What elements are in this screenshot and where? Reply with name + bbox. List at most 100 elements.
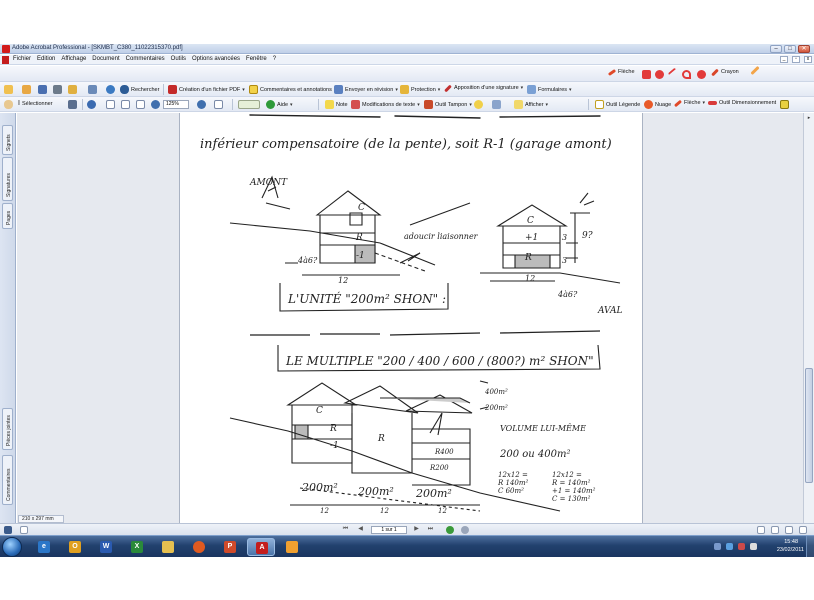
- continuous-icon[interactable]: [771, 526, 779, 534]
- organizer-icon[interactable]: [106, 85, 115, 94]
- doc-restore-button[interactable]: ▫: [792, 56, 800, 63]
- protection-button[interactable]: Protection ▾: [400, 85, 440, 94]
- document-viewport[interactable]: inférieur compensatoire (de la pente), s…: [17, 113, 803, 523]
- tab-signatures[interactable]: Signatures: [2, 157, 13, 201]
- next-view-icon[interactable]: [461, 526, 469, 534]
- taskbar-app-acrobat[interactable]: A: [247, 538, 275, 556]
- create-pdf-icon[interactable]: [22, 85, 31, 94]
- crayon-tool[interactable]: Crayon: [711, 68, 739, 76]
- aide-button[interactable]: Aide ▾: [266, 100, 293, 109]
- taskbar-app-excel[interactable]: X: [123, 538, 151, 556]
- panel-toggle-icon[interactable]: [4, 526, 12, 534]
- taskbar-app-outlook[interactable]: O: [61, 538, 89, 556]
- attach-icon[interactable]: [88, 85, 97, 94]
- menu-document[interactable]: Document: [92, 56, 119, 62]
- rectangle-tool-icon[interactable]: [642, 70, 651, 79]
- doc-close-button[interactable]: x: [804, 56, 812, 63]
- tab-commentaires[interactable]: Commentaires: [2, 455, 13, 505]
- zoom-out-icon[interactable]: [151, 100, 160, 109]
- attach-file-tool-icon[interactable]: [492, 100, 501, 109]
- cloud-tool-icon[interactable]: [697, 70, 706, 79]
- save-icon[interactable]: [38, 85, 47, 94]
- signature-button[interactable]: Apposition d'une signature ▾: [444, 84, 523, 92]
- rechercher-button[interactable]: Rechercher: [120, 85, 159, 94]
- clock-date[interactable]: 23/02/2011: [777, 547, 804, 553]
- youtube-like-plugin-icon[interactable]: [238, 100, 260, 109]
- menu-edition[interactable]: Edition: [37, 56, 55, 62]
- previous-page-button[interactable]: ◀: [356, 526, 365, 534]
- menu-outils[interactable]: Outils: [171, 56, 186, 62]
- scroll-up-arrow-icon[interactable]: ▸: [805, 115, 813, 123]
- first-page-button[interactable]: ⏮: [341, 526, 350, 534]
- menu-aide[interactable]: ?: [273, 56, 276, 62]
- tab-pieces-jointes[interactable]: Pièces jointes: [2, 408, 13, 450]
- formulaires-button[interactable]: Formulaires ▾: [527, 85, 572, 94]
- zoom-in-icon[interactable]: [197, 100, 206, 109]
- polygon-tool-icon[interactable]: [682, 70, 691, 79]
- email-icon[interactable]: [68, 85, 77, 94]
- fit-width-icon[interactable]: [136, 100, 145, 109]
- continuous-facing-icon[interactable]: [799, 526, 807, 534]
- line-tool-icon[interactable]: [667, 67, 678, 77]
- clock-time[interactable]: 15:48: [784, 539, 798, 545]
- zoom-icon[interactable]: [87, 100, 96, 109]
- show-desktop-button[interactable]: [806, 536, 814, 558]
- start-button[interactable]: [2, 537, 22, 557]
- facing-icon[interactable]: [785, 526, 793, 534]
- zoom-level-field[interactable]: 125%: [163, 100, 189, 109]
- minimize-button[interactable]: –: [770, 45, 782, 53]
- page-number-field[interactable]: 1 sur 1: [371, 526, 407, 534]
- taskbar-app-folder[interactable]: [154, 538, 182, 556]
- close-button[interactable]: ✕: [798, 45, 810, 53]
- outil-dimensionnement-tool[interactable]: Outil Dimensionnement: [708, 100, 776, 106]
- menu-affichage[interactable]: Affichage: [61, 56, 86, 62]
- outil-tampon-tool[interactable]: Outil Tampon ▾: [424, 100, 472, 109]
- selectionner-tool[interactable]: I Sélectionner: [18, 100, 53, 107]
- hand-tool-icon[interactable]: [4, 100, 13, 109]
- afficher-button[interactable]: Afficher ▾: [514, 100, 548, 109]
- scrollbar-thumb[interactable]: [805, 368, 813, 483]
- fit-page-icon[interactable]: [121, 100, 130, 109]
- print-icon[interactable]: [53, 85, 62, 94]
- open-icon[interactable]: [4, 85, 13, 94]
- toolbar-options-icon[interactable]: [780, 100, 789, 109]
- actual-size-icon[interactable]: [106, 100, 115, 109]
- highlight-tool-icon[interactable]: [474, 100, 483, 109]
- next-page-button[interactable]: ▶: [412, 526, 421, 534]
- taskbar-app-word[interactable]: W: [92, 538, 120, 556]
- last-page-button[interactable]: ⏭: [426, 526, 435, 534]
- commentaires-button[interactable]: Commentaires et annotations▾: [249, 85, 336, 94]
- maximize-button[interactable]: □: [784, 45, 796, 53]
- doc-minimize-button[interactable]: _: [780, 56, 788, 63]
- envoyer-revision-button[interactable]: Envoyer en révision ▾: [334, 85, 398, 94]
- note-tool[interactable]: Note: [325, 100, 348, 109]
- oval-tool-icon[interactable]: [655, 70, 664, 79]
- taskbar-app-explorer[interactable]: e: [30, 538, 58, 556]
- previous-view-icon[interactable]: [446, 526, 454, 534]
- taskbar-app-paint[interactable]: [278, 538, 306, 556]
- layers-icon[interactable]: [20, 526, 28, 534]
- menu-fichier[interactable]: Fichier: [13, 56, 31, 62]
- fleche-tool-2[interactable]: Flèche ▾: [673, 99, 705, 107]
- creation-pdf-button[interactable]: Création d'un fichier PDF ▾: [168, 85, 245, 94]
- tray-arrow-icon[interactable]: [714, 543, 721, 550]
- single-page-icon[interactable]: [757, 526, 765, 534]
- menu-commentaires[interactable]: Commentaires: [126, 56, 165, 62]
- network-icon[interactable]: [726, 543, 733, 550]
- taskbar-app-firefox[interactable]: [185, 538, 213, 556]
- security-icon[interactable]: [738, 543, 745, 550]
- tab-signets[interactable]: Signets: [2, 125, 13, 155]
- tab-pages[interactable]: Pages: [2, 203, 13, 229]
- menu-fenetre[interactable]: Fenêtre: [246, 56, 267, 62]
- nuage-tool[interactable]: Nuage: [644, 100, 671, 109]
- eraser-icon[interactable]: [750, 65, 760, 76]
- menu-options-avancees[interactable]: Options avancées: [192, 56, 240, 62]
- taskbar-app-powerpoint[interactable]: P: [216, 538, 244, 556]
- volume-icon[interactable]: [750, 543, 757, 550]
- outil-legende-tool[interactable]: Outil Légende: [595, 100, 640, 109]
- snapshot-icon[interactable]: [68, 100, 77, 109]
- modifications-texte-tool[interactable]: Modifications de texte ▾: [351, 100, 420, 109]
- fleche-tool[interactable]: Flèche: [607, 68, 635, 76]
- vertical-scrollbar[interactable]: ▸: [803, 113, 814, 523]
- rotate-view-icon[interactable]: [214, 100, 223, 109]
